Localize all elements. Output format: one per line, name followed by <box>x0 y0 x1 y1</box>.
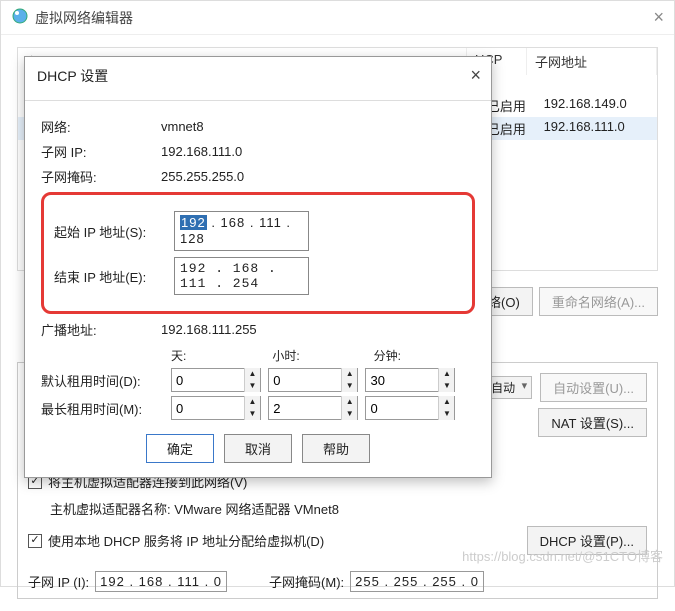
dhcp-settings-button[interactable]: DHCP 设置(P)... <box>527 526 647 555</box>
rename-network-button[interactable]: 重命名网络(A)... <box>539 287 658 316</box>
end-ip-input[interactable]: 192 . 168 . 111 . 254 <box>174 257 309 295</box>
adapter-name-line: 主机虚拟适配器名称: VMware 网络适配器 VMnet8 <box>50 499 647 518</box>
broadcast-label: 广播地址: <box>41 320 161 339</box>
default-day-spin[interactable]: ▲▼ <box>171 368 261 392</box>
col-minute: 分钟: <box>374 347 475 364</box>
th-subnet: 子网地址 <box>527 48 657 75</box>
help-button[interactable]: 帮助 <box>302 434 370 463</box>
default-lease-label: 默认租用时间(D): <box>41 371 171 390</box>
use-dhcp-label: 使用本地 DHCP 服务将 IP 地址分配给虚拟机(D) <box>48 531 324 550</box>
default-minute-spin[interactable]: ▲▼ <box>365 368 455 392</box>
highlight-box: 起始 IP 地址(S): 192 . 168 . 111 . 128 结束 IP… <box>41 192 475 314</box>
network-value: vmnet8 <box>161 119 204 134</box>
auto-settings-button[interactable]: 自动设置(U)... <box>540 373 647 402</box>
start-ip-label: 起始 IP 地址(S): <box>54 222 174 241</box>
subnet-mask-label: 子网掩码(M): <box>269 572 344 591</box>
cancel-button[interactable]: 取消 <box>224 434 292 463</box>
subnet-mask-label-d: 子网掩码: <box>41 167 161 186</box>
subnet-ip-label: 子网 IP (I): <box>28 572 89 591</box>
broadcast-value: 192.168.111.255 <box>161 322 257 337</box>
nat-settings-button[interactable]: NAT 设置(S)... <box>538 408 647 437</box>
subnet-mask-input[interactable]: 255 . 255 . 255 . 0 <box>350 571 484 592</box>
subnet-ip-value-d: 192.168.111.0 <box>161 144 242 159</box>
subnet-ip-label-d: 子网 IP: <box>41 142 161 161</box>
col-hour: 小时: <box>272 347 373 364</box>
dhcp-dialog: DHCP 设置 × 网络:vmnet8 子网 IP:192.168.111.0 … <box>24 56 492 478</box>
dialog-title: DHCP 设置 <box>37 66 470 86</box>
max-day-spin[interactable]: ▲▼ <box>171 396 261 420</box>
subnet-mask-value-d: 255.255.255.0 <box>161 169 244 184</box>
main-titlebar: 虚拟网络编辑器 × <box>1 1 674 35</box>
td-subnet-0 <box>536 75 657 94</box>
end-ip-label: 结束 IP 地址(E): <box>54 267 174 286</box>
max-lease-label: 最长租用时间(M): <box>41 399 171 418</box>
max-hour-spin[interactable]: ▲▼ <box>268 396 358 420</box>
td-subnet-2: 192.168.111.0 <box>536 117 657 140</box>
td-subnet-1: 192.168.149.0 <box>536 94 657 117</box>
ok-button[interactable]: 确定 <box>146 434 214 463</box>
subnet-ip-input[interactable]: 192 . 168 . 111 . 0 <box>95 571 227 592</box>
col-day: 天: <box>171 347 272 364</box>
dialog-close-icon[interactable]: × <box>470 65 481 86</box>
app-icon <box>11 7 35 28</box>
main-title: 虚拟网络编辑器 <box>35 8 653 28</box>
max-minute-spin[interactable]: ▲▼ <box>365 396 455 420</box>
main-close-icon[interactable]: × <box>653 7 664 28</box>
use-dhcp-checkbox[interactable] <box>28 534 42 548</box>
start-ip-input[interactable]: 192 . 168 . 111 . 128 <box>174 211 309 251</box>
network-label: 网络: <box>41 117 161 136</box>
default-hour-spin[interactable]: ▲▼ <box>268 368 358 392</box>
